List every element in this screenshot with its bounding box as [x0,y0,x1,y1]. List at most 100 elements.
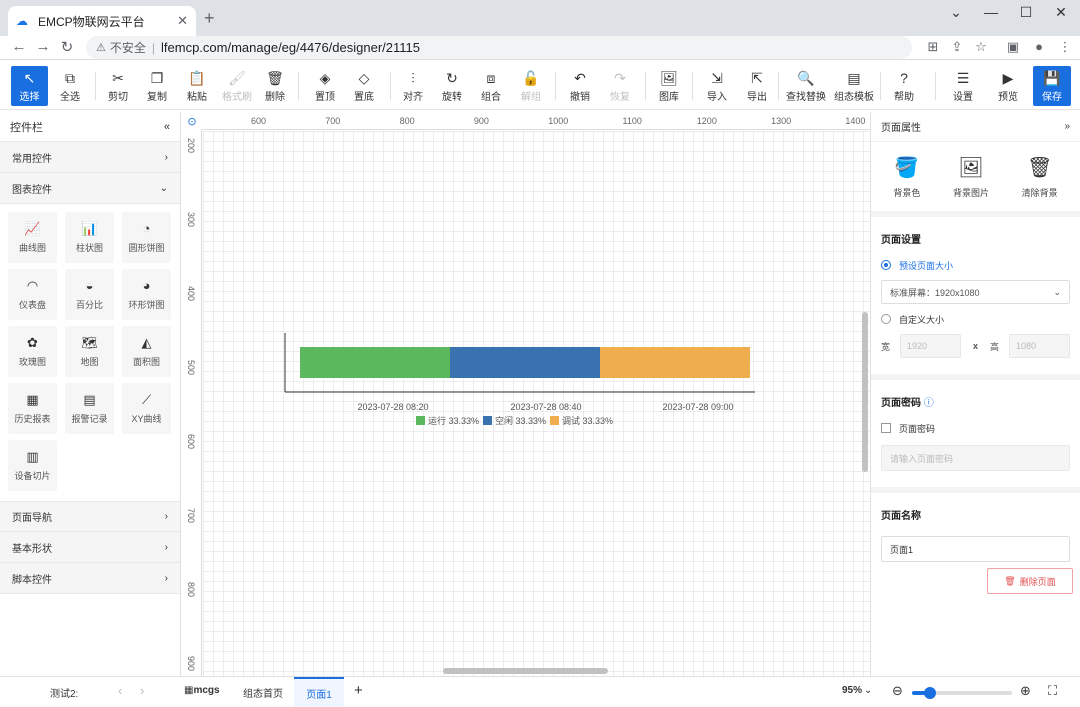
page-tab-mcgs[interactable]: ▦mcgs [184,685,220,696]
stacked-bar-chart[interactable]: 2023-07-28 08:20 2023-07-28 08:40 2023-07-… [280,325,760,435]
toolbar-button-23[interactable]: 💾 保存 [1033,66,1071,106]
prev-page-icon[interactable]: ‹ [118,683,122,698]
widget-item[interactable]: ▤ 报警记录 [65,383,114,434]
collapse-left-icon[interactable]: « [164,121,170,133]
profile-avatar-icon[interactable]: ● [1030,39,1048,54]
custom-size-radio[interactable]: 自定义大小 [871,308,1080,330]
toolbar-button-1[interactable]: ⧉ 全选 [53,66,87,106]
widget-item[interactable]: ▦ 历史报表 [8,383,57,434]
toolbar-button-20[interactable]: ? 帮助 [887,66,921,106]
section-label: 图表控件 [12,184,52,196]
toolbar-button-4[interactable]: 📋 粘贴 [180,66,214,106]
ruler-origin-icon[interactable]: ⊙ [182,112,202,130]
maximize-icon[interactable]: ☐ [1014,4,1038,21]
bookmark-star-icon[interactable]: ☆ [972,39,990,55]
page-tab-active[interactable]: 页面1 [294,677,344,707]
collapse-right-icon[interactable]: » [1064,121,1070,132]
toolbar-button-9[interactable]: ⫶ 对齐 [396,66,430,106]
forward-icon[interactable]: → [34,38,52,55]
widget-item[interactable]: ▥ 设备切片 [8,440,57,491]
horizontal-scrollbar[interactable] [443,668,608,674]
vertical-scrollbar[interactable] [862,312,868,472]
toolbar-button-16[interactable]: ⇲ 导入 [700,66,734,106]
zoom-value[interactable]: 95% [842,685,862,696]
new-tab-icon[interactable]: + [204,9,215,27]
toolbar-button-8[interactable]: ◇ 置底 [347,66,381,106]
background-button-2[interactable]: 🗑 清除背景 [1022,156,1058,199]
widget-item[interactable]: ◭ 面积图 [122,326,171,377]
toolbar-button-21[interactable]: ☰ 设置 [946,66,980,106]
widget-item[interactable]: ◔ 圆形饼图 [122,212,171,263]
translate-icon[interactable]: ⊞ [924,39,942,55]
background-label: 背景色 [893,188,921,198]
section-common-widgets[interactable]: 常用控件 › [0,142,180,173]
minimize-icon[interactable]: — [979,4,1003,20]
widget-icon: 📈 [24,221,41,236]
delete-page-button[interactable]: 🗑 删除页面 [987,568,1073,594]
background-button-1[interactable]: 🖼 背景图片 [953,156,989,199]
preset-size-radio[interactable]: 预设页面大小 [871,254,1080,276]
add-page-icon[interactable]: + [354,682,363,699]
back-icon[interactable]: ← [10,38,28,55]
toolbar-button-10[interactable]: ↻ 旋转 [435,66,469,106]
fullscreen-icon[interactable]: ⛶ [1048,683,1057,699]
background-button-0[interactable]: 🪣 背景色 [893,156,920,199]
widget-item[interactable]: 🗺 地图 [65,326,114,377]
widget-icon: ▦ [26,392,39,407]
toolbar-button-12[interactable]: 🔓 解组 [514,66,548,106]
toolbar-button-7[interactable]: ◈ 置顶 [308,66,342,106]
url-text: lfemcp.com/manage/eg/4476/designer/21115 [161,40,420,55]
section-item[interactable]: 基本形状 › [0,532,180,563]
share-icon[interactable]: ⇪ [948,39,966,55]
widget-item[interactable]: ✿ 玫瑰图 [8,326,57,377]
section-item[interactable]: 页面导航 › [0,501,180,532]
preset-size-select[interactable]: 标准屏幕：1920x1080 ⌄ [881,280,1070,304]
toolbar-button-11[interactable]: ⧈ 组合 [474,66,508,106]
zoom-out-icon[interactable]: ⊖ [892,683,903,699]
width-input[interactable]: 1920 [900,334,961,358]
password-checkbox[interactable]: 页面密码 [871,417,1080,439]
widget-panel-header: 控件栏 « [0,112,180,142]
insecure-label: 不安全 [109,41,146,55]
page-name-input[interactable]: 页面1 [881,536,1070,562]
url-field[interactable]: ⚠ 不安全 | lfemcp.com/manage/eg/4476/design… [86,36,912,59]
toolbar-button-13[interactable]: ↶ 撤销 [563,66,597,106]
toolbar-button-2[interactable]: ✂ 剪切 [101,66,135,106]
section-chart-widgets[interactable]: 图表控件 ⌄ [0,173,180,204]
help-circle-icon[interactable]: ⓘ [924,398,934,409]
toolbar-button-5[interactable]: 🖌 格式刷 [219,66,255,106]
password-input[interactable]: 请输入页面密码 [881,445,1070,471]
close-tab-icon[interactable]: ✕ [177,13,188,29]
widget-item[interactable]: ◕ 环形饼图 [122,269,171,320]
zoom-slider-knob[interactable] [924,687,936,699]
widget-item[interactable]: 📈 曲线图 [8,212,57,263]
zoom-in-icon[interactable]: ⊕ [1020,683,1031,699]
toolbar-button-17[interactable]: ⇱ 导出 [740,66,774,106]
toolbar-button-22[interactable]: ▶ 预览 [991,66,1025,106]
toolbar-button-15[interactable]: 🖼 图库 [652,66,686,106]
toolbar-button-3[interactable]: ❐ 复制 [140,66,174,106]
widget-item[interactable]: ◠ 仪表盘 [8,269,57,320]
widget-item[interactable]: ⟋ XY曲线 [122,383,171,434]
width-label: 宽 [881,341,891,352]
reload-icon[interactable]: ↻ [58,38,76,56]
toolbar-button-6[interactable]: 🗑 删除 [258,66,292,106]
toolbar-button-0[interactable]: ↖ 选择 [11,66,48,106]
side-panel-icon[interactable]: ▣ [1004,39,1022,55]
menu-kebab-icon[interactable]: ⋮ [1056,39,1074,55]
browser-tab[interactable]: ☁ EMCP物联网云平台 ✕ [8,6,196,36]
widget-item[interactable]: ◒ 百分比 [65,269,114,320]
zoom-slider[interactable] [912,687,1012,699]
next-page-icon[interactable]: › [140,683,144,698]
tab-list-icon[interactable]: ⌄ [944,4,968,21]
toolbar-button-18[interactable]: 🔍 查找替换 [785,66,827,106]
chevron-down-icon[interactable]: ⌄ [864,685,872,696]
toolbar-button-14[interactable]: ↷ 恢复 [603,66,637,106]
close-window-icon[interactable]: ✕ [1049,4,1073,21]
ruler-tick-label: 1300 [771,116,792,126]
widget-item[interactable]: 📊 柱状图 [65,212,114,263]
toolbar-button-19[interactable]: ▤ 组态模板 [833,66,875,106]
section-item[interactable]: 脚本控件 › [0,563,180,594]
page-tab-home[interactable]: 组态首页 [243,685,283,700]
height-input[interactable]: 1080 [1009,334,1070,358]
